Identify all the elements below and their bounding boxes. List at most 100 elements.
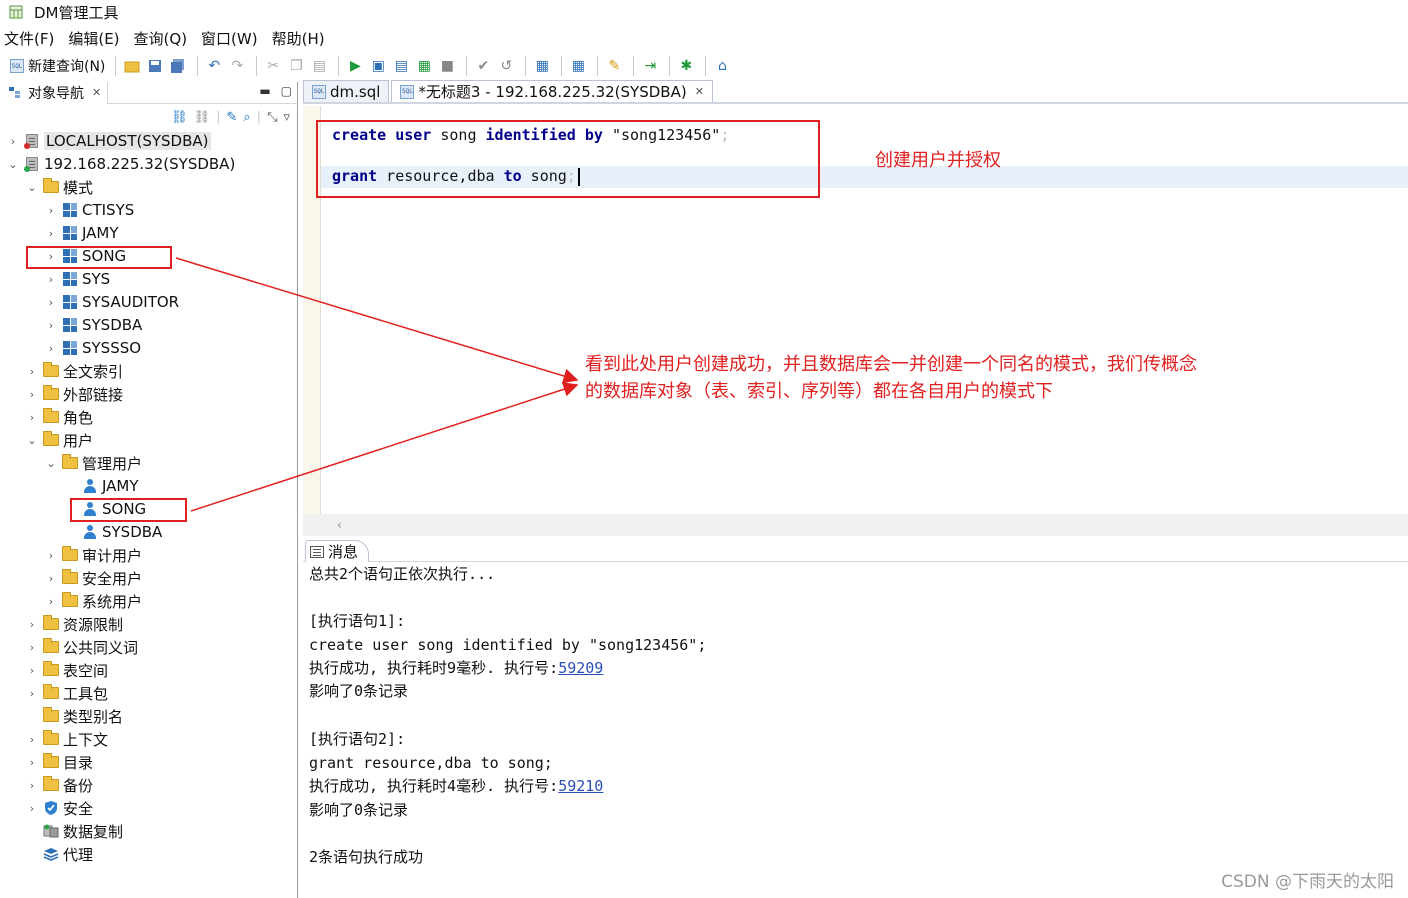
- home-icon[interactable]: ⌂: [712, 56, 732, 76]
- chevron-down-icon[interactable]: ⌄: [44, 457, 58, 470]
- chevron-down-icon[interactable]: ⌄: [6, 158, 20, 171]
- save-icon[interactable]: [145, 56, 165, 76]
- stop-icon[interactable]: ■: [437, 56, 457, 76]
- tree-node-contexts[interactable]: › 上下文: [25, 728, 108, 750]
- tree-node-type-aliases[interactable]: 类型别名: [39, 705, 123, 727]
- new-query-button[interactable]: SQL 新建查询(N): [6, 56, 109, 76]
- edit-icon[interactable]: ✎: [226, 110, 237, 125]
- calendar-icon[interactable]: ▦: [532, 56, 552, 76]
- tree-node-localhost[interactable]: › LOCALHOST(SYSDBA): [6, 130, 211, 152]
- tree-node-roles[interactable]: › 角色: [25, 406, 93, 428]
- run-icon[interactable]: ▶: [345, 56, 365, 76]
- chevron-right-icon[interactable]: ›: [44, 227, 58, 240]
- explain-icon[interactable]: ▤: [391, 56, 411, 76]
- tree-node-schema-ctisys[interactable]: › CTISYS: [44, 199, 134, 221]
- chevron-right-icon[interactable]: ›: [6, 135, 20, 148]
- chevron-right-icon[interactable]: ›: [44, 549, 58, 562]
- chevron-right-icon[interactable]: ›: [44, 595, 58, 608]
- close-icon[interactable]: ✕: [92, 86, 101, 99]
- run-selection-icon[interactable]: ▦: [414, 56, 434, 76]
- tree-node-audit-users[interactable]: › 审计用户: [44, 544, 142, 566]
- tree-node-security-users[interactable]: › 安全用户: [44, 567, 142, 589]
- cut-icon[interactable]: ✂: [263, 56, 283, 76]
- tab-dm-sql[interactable]: SQL dm.sql: [303, 80, 390, 102]
- tree-node-admin-users[interactable]: ⌄ 管理用户: [44, 452, 142, 474]
- tab-untitled-3[interactable]: SQL *无标题3 - 192.168.225.32(SYSDBA) ✕: [391, 80, 713, 102]
- chevron-right-icon[interactable]: ›: [25, 664, 39, 677]
- navigator-tab[interactable]: 对象导航 ✕: [0, 81, 109, 104]
- minimize-icon[interactable]: ▬: [259, 84, 270, 98]
- format-icon[interactable]: ✎: [604, 56, 624, 76]
- editor-horizontal-scrollbar[interactable]: ‹: [303, 514, 1408, 536]
- rollback-icon[interactable]: ↺: [496, 56, 516, 76]
- tree-node-agent[interactable]: 代理: [39, 843, 93, 865]
- debug-icon[interactable]: ✱: [676, 56, 696, 76]
- tree-node-schema-jamy[interactable]: › JAMY: [44, 222, 119, 244]
- chevron-right-icon[interactable]: ›: [25, 365, 39, 378]
- step-icon[interactable]: ⇥: [640, 56, 660, 76]
- copy-icon[interactable]: ❐: [286, 56, 306, 76]
- tree-node-resource-limits[interactable]: › 资源限制: [25, 613, 123, 635]
- menu-file[interactable]: 文件(F): [4, 28, 54, 49]
- tree-node-users[interactable]: ⌄ 用户: [25, 429, 93, 451]
- tree-node-schemas[interactable]: ⌄ 模式: [25, 176, 93, 198]
- chevron-right-icon[interactable]: ›: [25, 802, 39, 815]
- tree-node-replication[interactable]: 数据复制: [39, 820, 123, 842]
- tree-node-backup[interactable]: › 备份: [25, 774, 93, 796]
- tree-node-schema-sysauditor[interactable]: › SYSAUDITOR: [44, 291, 179, 313]
- open-folder-icon[interactable]: [122, 56, 142, 76]
- tree-node-tablespaces[interactable]: › 表空间: [25, 659, 108, 681]
- chevron-right-icon[interactable]: ›: [25, 687, 39, 700]
- scroll-left-icon[interactable]: ‹: [337, 518, 342, 532]
- paste-icon[interactable]: ▤: [309, 56, 329, 76]
- tab-messages[interactable]: 消息: [305, 540, 370, 562]
- tree-node-public-synonyms[interactable]: › 公共同义词: [25, 636, 138, 658]
- undo-icon[interactable]: ↶: [204, 56, 224, 76]
- exec-id-link[interactable]: 59210: [558, 777, 603, 795]
- run-script-icon[interactable]: ▣: [368, 56, 388, 76]
- connect-icon[interactable]: ⛓: [171, 110, 188, 125]
- schedule-icon[interactable]: ▦: [568, 56, 588, 76]
- chevron-right-icon[interactable]: ›: [44, 273, 58, 286]
- tree-node-fulltext-index[interactable]: › 全文索引: [25, 360, 123, 382]
- tree-node-user-sysdba[interactable]: SYSDBA: [78, 521, 162, 543]
- search-icon[interactable]: ⌕: [243, 110, 250, 125]
- chevron-right-icon[interactable]: ›: [44, 342, 58, 355]
- chevron-down-icon[interactable]: ⌄: [25, 434, 39, 447]
- chevron-right-icon[interactable]: ›: [25, 388, 39, 401]
- menu-window[interactable]: 窗口(W): [201, 28, 258, 49]
- tree-node-directories[interactable]: › 目录: [25, 751, 93, 773]
- tree-node-external-links[interactable]: › 外部链接: [25, 383, 123, 405]
- menu-query[interactable]: 查询(Q): [134, 28, 188, 49]
- close-tab-icon[interactable]: ✕: [695, 85, 704, 98]
- maximize-icon[interactable]: ▢: [281, 84, 292, 98]
- chevron-right-icon[interactable]: ›: [25, 618, 39, 631]
- chevron-right-icon[interactable]: ›: [44, 572, 58, 585]
- collapse-all-icon[interactable]: ⤡: [267, 110, 277, 125]
- view-menu-icon[interactable]: ▿: [283, 110, 290, 125]
- tree-node-schema-sys[interactable]: › SYS: [44, 268, 110, 290]
- commit-icon[interactable]: ✔: [473, 56, 493, 76]
- tree-node-schema-sysdba[interactable]: › SYSDBA: [44, 314, 143, 336]
- chevron-down-icon[interactable]: ⌄: [25, 181, 39, 194]
- chevron-right-icon[interactable]: ›: [44, 204, 58, 217]
- chevron-right-icon[interactable]: ›: [44, 319, 58, 332]
- tree-node-remote-server[interactable]: ⌄ 192.168.225.32(SYSDBA): [6, 153, 235, 175]
- tree-node-schema-syssso[interactable]: › SYSSSO: [44, 337, 141, 359]
- tree-node-system-users[interactable]: › 系统用户: [44, 590, 142, 612]
- redo-icon[interactable]: ↷: [227, 56, 247, 76]
- chevron-right-icon[interactable]: ›: [25, 779, 39, 792]
- menu-help[interactable]: 帮助(H): [272, 28, 325, 49]
- menu-edit[interactable]: 编辑(E): [68, 28, 119, 49]
- chevron-right-icon[interactable]: ›: [25, 411, 39, 424]
- exec-id-link[interactable]: 59209: [558, 659, 603, 677]
- tree-node-packages[interactable]: › 工具包: [25, 682, 108, 704]
- save-all-icon[interactable]: [168, 56, 188, 76]
- tree-node-security[interactable]: › 安全: [25, 797, 93, 819]
- chevron-right-icon[interactable]: ›: [25, 733, 39, 746]
- chevron-right-icon[interactable]: ›: [25, 641, 39, 654]
- chevron-right-icon[interactable]: ›: [44, 296, 58, 309]
- tree-node-user-jamy[interactable]: JAMY: [78, 475, 139, 497]
- chevron-right-icon[interactable]: ›: [25, 756, 39, 769]
- disconnect-icon[interactable]: ⛓: [194, 110, 211, 125]
